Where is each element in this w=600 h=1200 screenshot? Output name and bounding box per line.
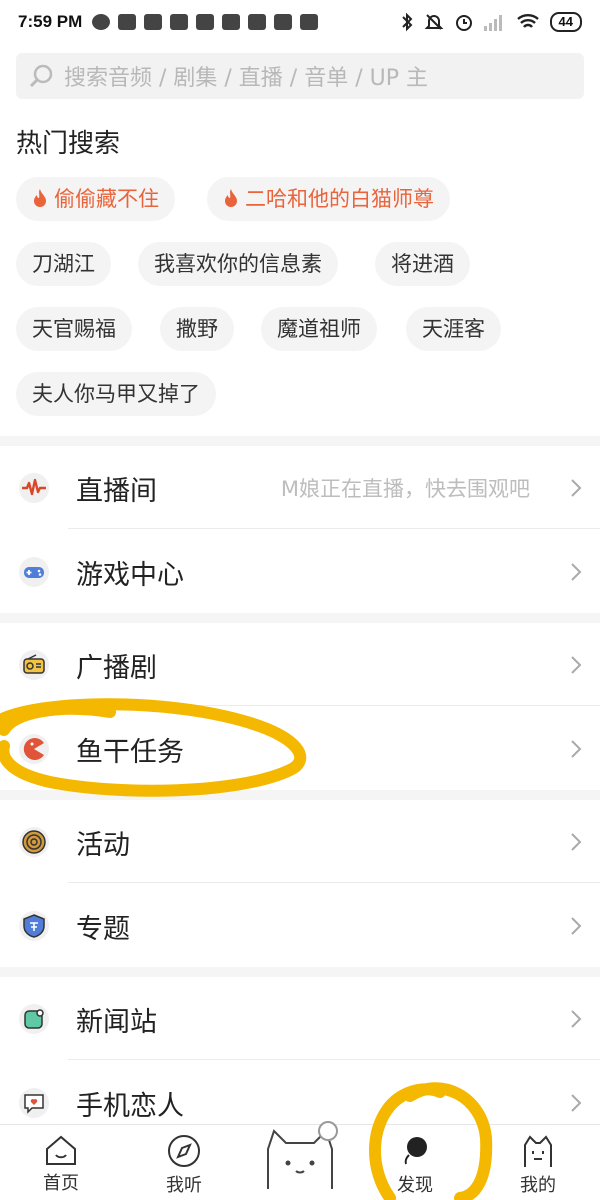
flame-icon	[34, 189, 46, 207]
hot-search-chip[interactable]: 刀湖江	[16, 242, 111, 286]
chevron-right-icon	[571, 740, 582, 758]
nav-label: 发现	[397, 1175, 433, 1196]
hot-search-chip-label: 二哈和他的白猫师尊	[245, 187, 434, 211]
heart-chat-icon	[17, 1086, 51, 1120]
compass-icon	[168, 1135, 200, 1167]
menu-label: 手机恋人	[76, 1090, 184, 1122]
shield-icon	[17, 909, 51, 943]
message-icon	[118, 14, 137, 30]
menu-row-activity[interactable]: 活动	[0, 800, 600, 884]
fox-icon	[274, 14, 293, 30]
menu-row-fish-task[interactable]: 鱼干任务	[0, 707, 600, 791]
status-bar: 7:59 PM 44	[0, 0, 600, 44]
news-icon	[17, 1002, 51, 1036]
chevron-right-icon	[571, 833, 582, 851]
live-icon	[17, 471, 51, 505]
live-hint: M娘正在直播，快去围观吧	[280, 477, 530, 501]
chevron-right-icon	[571, 656, 582, 674]
hot-search-chip[interactable]: 我喜欢你的信息素	[138, 242, 338, 286]
gamepad-icon	[17, 555, 51, 589]
menu-label: 直播间	[76, 475, 157, 507]
cat-mascot-icon	[267, 1121, 338, 1189]
menu-label: 鱼干任务	[76, 736, 184, 768]
gmail-icon	[196, 14, 215, 30]
radio-icon	[17, 648, 51, 682]
notification-icons	[92, 14, 319, 30]
section-divider	[0, 436, 600, 446]
battery-indicator: 44	[549, 12, 582, 32]
signal-icon	[483, 15, 502, 31]
section-divider	[0, 613, 600, 623]
hot-search-chip[interactable]: 二哈和他的白猫师尊	[207, 177, 450, 221]
menu-label: 游戏中心	[76, 559, 184, 591]
hot-search-chip-label: 偷偷藏不住	[54, 187, 159, 211]
chevron-right-icon	[571, 1094, 582, 1112]
status-time: 7:59 PM	[18, 12, 83, 31]
wifi-icon	[516, 14, 539, 28]
nav-label: 首页	[43, 1173, 79, 1194]
wechat-icon	[92, 14, 111, 30]
menu-label: 新闻站	[76, 1006, 157, 1038]
section-divider	[0, 790, 600, 800]
menu-row-topic[interactable]: 专题	[0, 884, 600, 968]
discover-ball-icon	[404, 1137, 427, 1165]
hot-search-title: 热门搜索	[16, 129, 121, 159]
flipboard-icon	[300, 14, 319, 30]
pacman-icon	[17, 732, 51, 766]
hot-search-chip[interactable]: 天官赐福	[16, 307, 132, 351]
search-input[interactable]: 搜索音频 / 剧集 / 直播 / 音单 / UP 主	[16, 53, 584, 99]
row-divider	[68, 705, 600, 706]
hot-search-chip[interactable]: 魔道祖师	[261, 307, 377, 351]
bluetooth-icon	[401, 12, 412, 32]
menu-label: 广播剧	[76, 652, 157, 684]
bell-muted-icon	[424, 14, 443, 30]
nav-label: 我听	[166, 1175, 202, 1196]
alarm-icon	[455, 15, 472, 31]
flame-icon	[225, 189, 237, 207]
nav-mine[interactable]: 我的	[493, 1125, 583, 1200]
row-divider	[68, 528, 600, 529]
section-divider	[0, 967, 600, 977]
hot-search-chip[interactable]: 偷偷藏不住	[16, 177, 175, 221]
cat-face-icon	[524, 1135, 552, 1167]
hot-search-chip[interactable]: 撒野	[160, 307, 234, 351]
nav-listen[interactable]: 我听	[139, 1125, 229, 1200]
menu-row-live[interactable]: 直播间 M娘正在直播，快去围观吧	[0, 446, 600, 530]
target-icon	[17, 825, 51, 859]
chevron-right-icon	[571, 917, 582, 935]
row-divider	[68, 882, 600, 883]
bottom-nav: 首页 我听 发现 我的	[0, 1121, 600, 1200]
hot-search-chip[interactable]: 夫人你马甲又掉了	[16, 372, 216, 416]
menu-label: 专题	[76, 913, 130, 945]
chevron-right-icon	[571, 563, 582, 581]
cup-icon	[222, 14, 241, 30]
home-icon	[46, 1135, 76, 1165]
voicemail-icon	[248, 14, 267, 30]
menu-row-radio-drama[interactable]: 广播剧	[0, 623, 600, 707]
nav-discover[interactable]: 发现	[370, 1125, 460, 1200]
row-divider	[68, 1059, 600, 1060]
menu-label: 活动	[76, 829, 130, 861]
nav-label: 我的	[520, 1175, 556, 1196]
search-placeholder: 搜索音频 / 剧集 / 直播 / 音单 / UP 主	[64, 66, 428, 91]
search-icon	[29, 64, 53, 88]
hot-search-chip[interactable]: 将进酒	[375, 242, 470, 286]
nav-center-cat[interactable]	[250, 1121, 350, 1200]
menu-row-game-center[interactable]: 游戏中心	[0, 530, 600, 614]
game-controller-icon	[144, 14, 163, 30]
menu-row-news[interactable]: 新闻站	[0, 977, 600, 1061]
hot-search-chip[interactable]: 天涯客	[406, 307, 501, 351]
chevron-right-icon	[571, 479, 582, 497]
nav-home[interactable]: 首页	[16, 1125, 106, 1200]
gmail-icon	[170, 14, 189, 30]
chevron-right-icon	[571, 1010, 582, 1028]
